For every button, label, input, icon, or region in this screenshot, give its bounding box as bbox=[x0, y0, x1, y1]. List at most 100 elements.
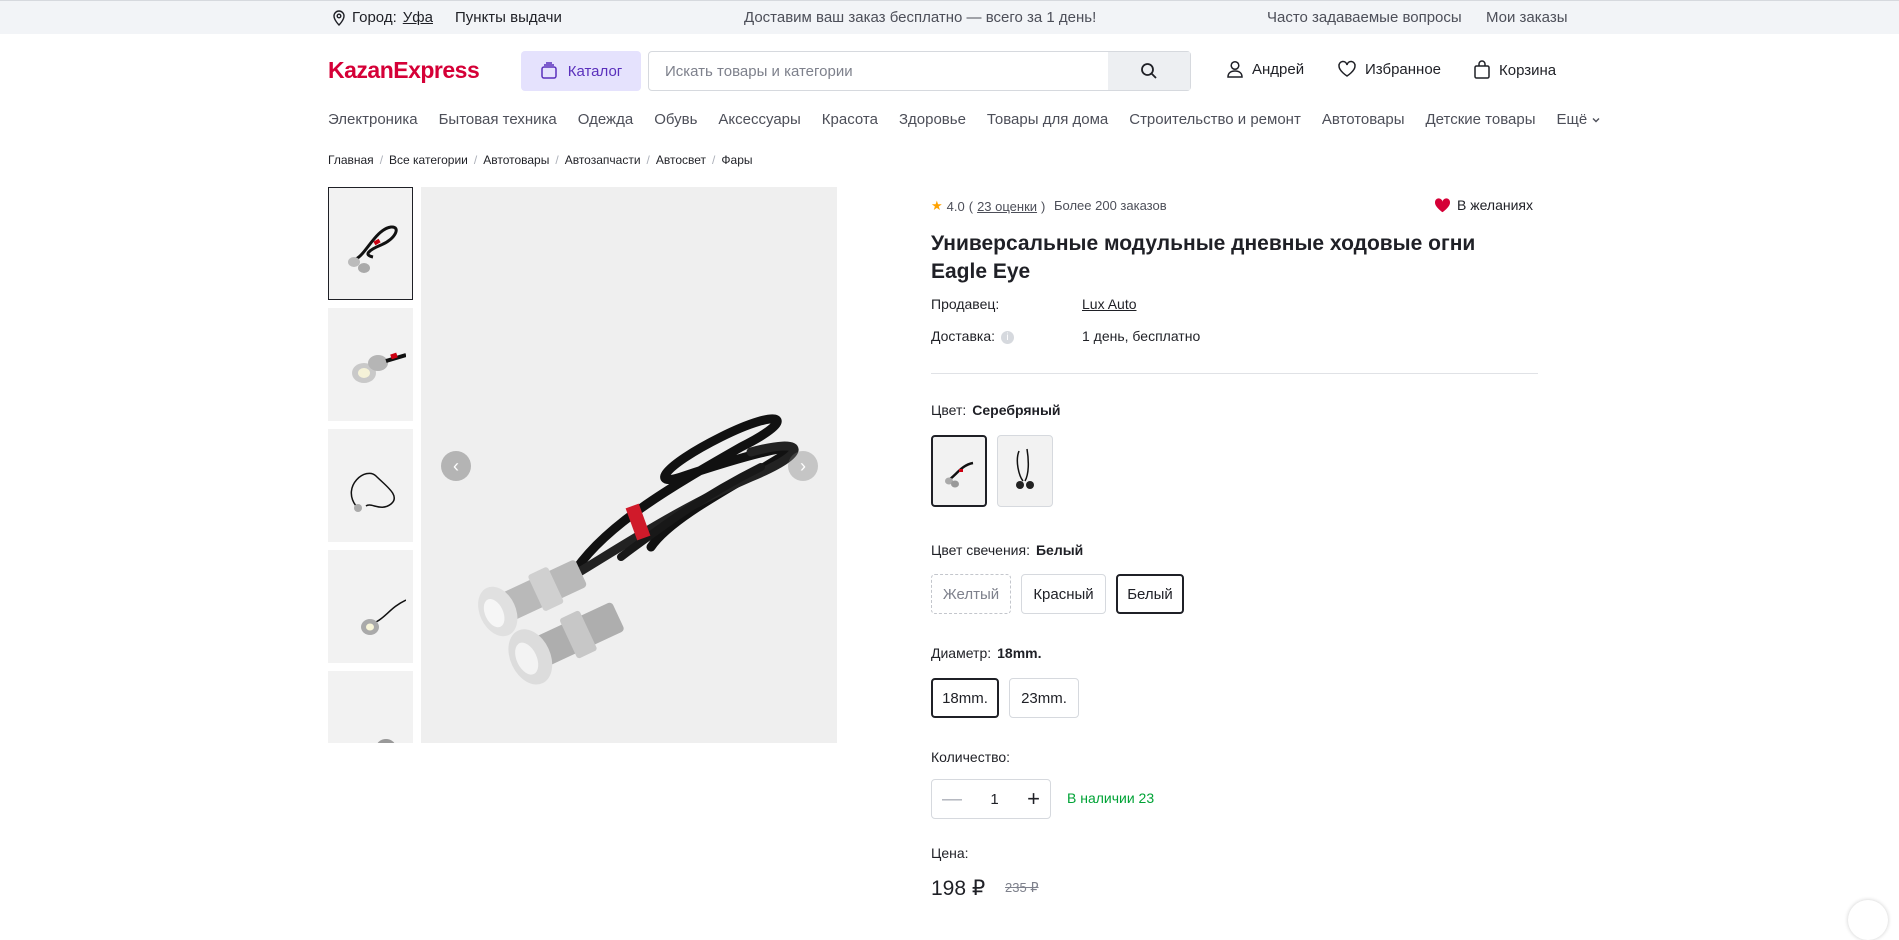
delivery-promo: Доставим ваш заказ бесплатно — всего за … bbox=[744, 9, 1097, 26]
breadcrumb-separator: / bbox=[379, 153, 384, 167]
reviews-open-paren: ( bbox=[968, 198, 974, 214]
breadcrumb-item[interactable]: Все категории bbox=[389, 153, 468, 167]
product-thumbnail[interactable] bbox=[328, 308, 413, 421]
color-swatch-black[interactable] bbox=[997, 435, 1053, 507]
search-input[interactable] bbox=[649, 52, 1108, 90]
current-price: 198 ₽ bbox=[931, 877, 986, 900]
faq-link[interactable]: Часто задаваемые вопросы bbox=[1267, 9, 1462, 26]
nav-more-label: Ещё bbox=[1556, 111, 1588, 128]
prev-image-button[interactable]: ‹ bbox=[441, 451, 471, 481]
divider bbox=[931, 373, 1538, 374]
nav-item-appliances[interactable]: Бытовая техника bbox=[439, 111, 557, 128]
product-thumbnail[interactable] bbox=[328, 671, 413, 743]
quantity-label: Количество: bbox=[931, 749, 1011, 765]
favorites-label: Избранное bbox=[1365, 60, 1442, 78]
color-swatch-image bbox=[1016, 448, 1034, 489]
breadcrumb-item[interactable]: Главная bbox=[328, 153, 374, 167]
seller-link[interactable]: Lux Auto bbox=[1082, 296, 1137, 312]
wishlist-button[interactable]: В желаниях bbox=[1434, 197, 1533, 213]
breadcrumb-item[interactable]: Автотовары bbox=[483, 153, 549, 167]
nav-item-auto[interactable]: Автотовары bbox=[1322, 111, 1405, 128]
delivery-row: Доставка: i bbox=[931, 328, 1015, 344]
main-product-image[interactable] bbox=[421, 187, 837, 743]
breadcrumb-separator: / bbox=[646, 153, 650, 167]
breadcrumb-item[interactable]: Автосвет bbox=[656, 153, 706, 167]
nav-item-construction[interactable]: Строительство и ремонт bbox=[1129, 111, 1301, 128]
product-rating: ★ 4.0 (23 оценки) bbox=[931, 198, 1045, 214]
glow-option-yellow[interactable]: Желтый bbox=[931, 574, 1011, 614]
nav-item-kids[interactable]: Детские товары bbox=[1426, 111, 1536, 128]
nav-item-home[interactable]: Товары для дома bbox=[987, 111, 1108, 128]
seller-label: Продавец: bbox=[931, 296, 1000, 312]
product-image bbox=[478, 414, 799, 685]
breadcrumb-separator: / bbox=[712, 153, 716, 167]
product-image bbox=[376, 738, 395, 743]
top-info-bar: Город: Уфа Пункты выдачи Доставим ваш за… bbox=[0, 0, 1899, 34]
my-orders-link[interactable]: Мои заказы bbox=[1486, 9, 1568, 26]
nav-item-health[interactable]: Здоровье bbox=[899, 111, 966, 128]
breadcrumb-separator: / bbox=[555, 153, 559, 167]
glow-label: Цвет свечения: bbox=[931, 542, 1030, 558]
glow-option-label: Цвет свечения: Белый bbox=[931, 542, 1083, 558]
product-thumbnail[interactable] bbox=[328, 550, 413, 663]
logo[interactable]: KazanExpress bbox=[328, 57, 480, 84]
quantity-stepper: — 1 + bbox=[931, 779, 1051, 819]
increase-quantity-button[interactable]: + bbox=[1027, 786, 1040, 812]
breadcrumb-item[interactable]: Автозапчасти bbox=[565, 153, 641, 167]
favorites-link[interactable]: Избранное bbox=[1337, 60, 1441, 78]
cart-link[interactable]: Корзина bbox=[1473, 60, 1556, 80]
color-label: Цвет: bbox=[931, 402, 967, 418]
decrease-quantity-button[interactable]: — bbox=[942, 788, 962, 811]
pickup-points-link[interactable]: Пункты выдачи bbox=[455, 9, 562, 26]
search-icon bbox=[1141, 63, 1157, 79]
nav-item-electronics[interactable]: Электроника bbox=[328, 111, 418, 128]
nav-item-accessories[interactable]: Аксессуары bbox=[718, 111, 800, 128]
breadcrumb: Главная / Все категории / Автотовары / Авто… bbox=[328, 153, 753, 167]
diameter-option-18[interactable]: 18mm. bbox=[931, 678, 999, 718]
nav-item-beauty[interactable]: Красота bbox=[822, 111, 878, 128]
diameter-selected-value: 18mm. bbox=[997, 645, 1042, 661]
product-image bbox=[360, 598, 406, 635]
city-value[interactable]: Уфа bbox=[403, 9, 433, 26]
shopping-bag-icon bbox=[1474, 60, 1490, 79]
catalog-icon bbox=[540, 62, 557, 79]
search-bar bbox=[648, 51, 1191, 91]
product-image bbox=[350, 472, 395, 512]
info-icon[interactable]: i bbox=[1001, 330, 1015, 344]
glow-option-red[interactable]: Красный bbox=[1021, 574, 1106, 614]
user-icon bbox=[1227, 60, 1243, 78]
city-selector[interactable]: Город: Уфа bbox=[332, 9, 433, 26]
search-button[interactable] bbox=[1108, 52, 1190, 90]
color-swatch-silver[interactable] bbox=[931, 435, 987, 507]
old-price: 235 ₽ bbox=[1005, 880, 1039, 895]
product-thumbnail[interactable] bbox=[328, 429, 413, 542]
product-title: Универсальные модульные дневные ходовые … bbox=[931, 232, 1476, 283]
breadcrumb-item[interactable]: Фары bbox=[721, 153, 752, 167]
category-nav: Электроника Бытовая техника Одежда Обувь… bbox=[328, 111, 1601, 128]
delivery-value: 1 день, бесплатно bbox=[1082, 328, 1201, 344]
chevron-right-icon: › bbox=[800, 455, 806, 476]
product-image bbox=[347, 225, 398, 273]
diameter-option-23[interactable]: 23mm. bbox=[1009, 678, 1079, 718]
catalog-button[interactable]: Каталог bbox=[521, 51, 641, 91]
reviews-close-paren: ) bbox=[1041, 198, 1046, 214]
reviews-link[interactable]: 23 оценки bbox=[977, 199, 1037, 214]
product-thumbnail[interactable] bbox=[328, 187, 413, 300]
delivery-label: Доставка: bbox=[931, 328, 996, 344]
nav-item-clothing[interactable]: Одежда bbox=[578, 111, 633, 128]
thumbnail-list bbox=[328, 187, 413, 743]
next-image-button[interactable]: › bbox=[788, 451, 818, 481]
glow-option-white[interactable]: Белый bbox=[1116, 574, 1184, 614]
nav-more[interactable]: Ещё bbox=[1556, 111, 1601, 128]
chat-widget-button[interactable] bbox=[1848, 900, 1888, 940]
color-selected-value: Серебряный bbox=[972, 402, 1061, 418]
product-image bbox=[351, 352, 406, 383]
rating-value: 4.0 bbox=[946, 198, 965, 214]
quantity-value[interactable]: 1 bbox=[990, 791, 998, 808]
cart-label: Корзина bbox=[1499, 61, 1557, 79]
chevron-left-icon: ‹ bbox=[453, 455, 459, 476]
nav-item-shoes[interactable]: Обувь bbox=[654, 111, 697, 128]
location-pin-icon bbox=[333, 9, 345, 26]
user-account-link[interactable]: Андрей bbox=[1226, 60, 1304, 78]
user-name: Андрей bbox=[1252, 60, 1305, 78]
